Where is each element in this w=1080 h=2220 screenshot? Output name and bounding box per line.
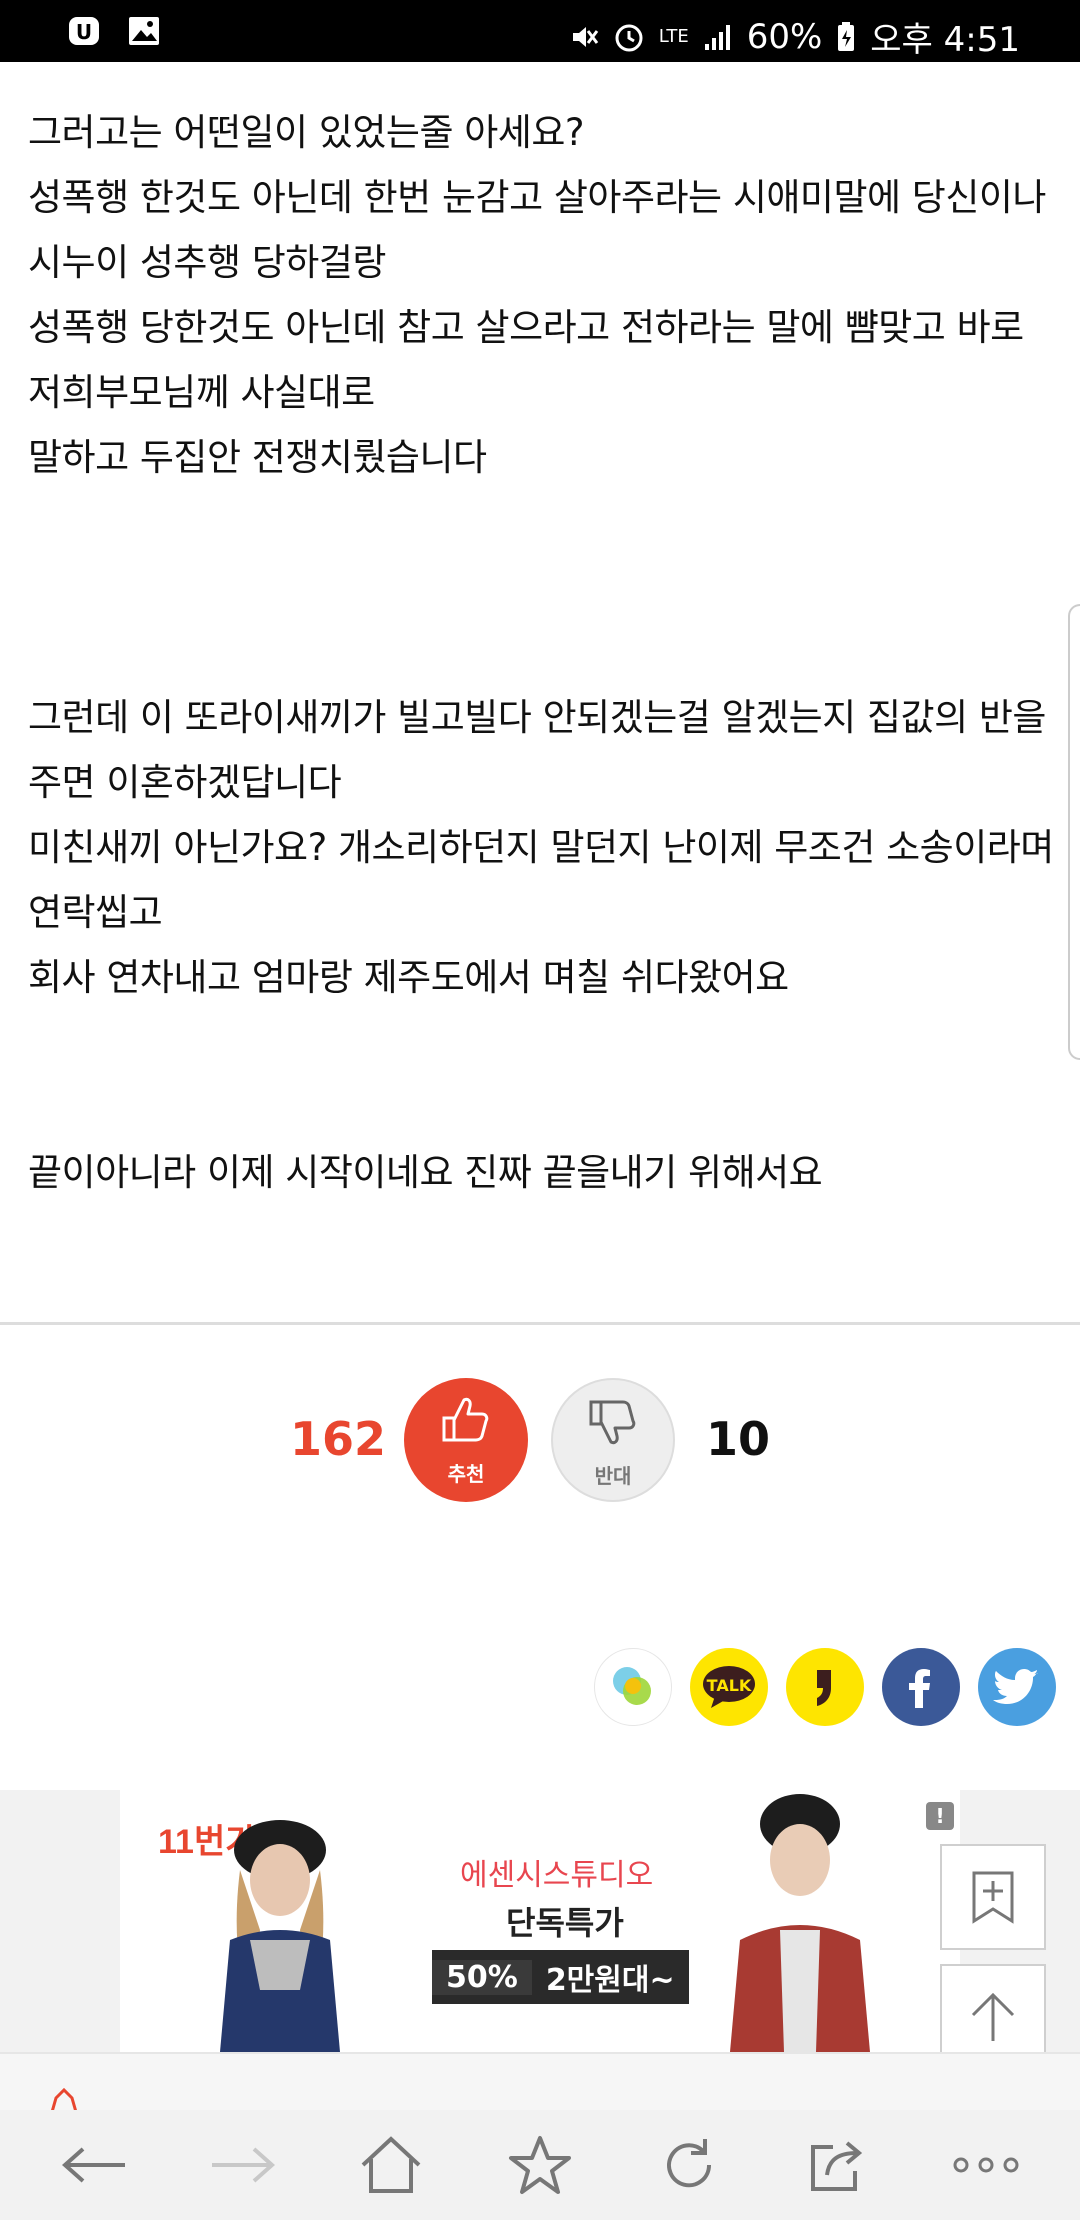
svg-text:U: U bbox=[76, 20, 92, 44]
gallery-icon bbox=[129, 17, 159, 45]
article-line: 회사 연차내고 엄마랑 제주도에서 며칠 쉬다왔어요 bbox=[28, 956, 789, 999]
back-button[interactable] bbox=[49, 2125, 139, 2205]
ad-model-right-image bbox=[730, 1794, 870, 2052]
mute-icon bbox=[572, 26, 598, 47]
divider bbox=[0, 1322, 1080, 1325]
partial-icon bbox=[50, 2088, 78, 2112]
thumbs-up-icon bbox=[442, 1397, 489, 1442]
refresh-icon bbox=[666, 2139, 711, 2188]
bookmark-add-button[interactable] bbox=[940, 1844, 1046, 1950]
bookmark-star-icon bbox=[508, 2136, 571, 2194]
thumbs-down-icon bbox=[589, 1400, 636, 1445]
browser-navbar bbox=[0, 2110, 1080, 2220]
share-icon bbox=[811, 2141, 863, 2191]
twitter-share-button[interactable] bbox=[978, 1648, 1056, 1726]
vote-section: 162 추천 반대 10 bbox=[0, 1376, 1080, 1502]
forward-button[interactable] bbox=[198, 2125, 288, 2205]
battery-icon bbox=[838, 21, 855, 51]
upvote-button[interactable]: 추천 bbox=[404, 1378, 528, 1502]
article-line: 그런데 이 또라이새끼가 빌고빌다 안되겠는걸 알겠는지 집값의 반을 주면 이… bbox=[28, 696, 1046, 804]
downvote-count: 10 bbox=[706, 1412, 771, 1466]
facebook-share-button[interactable] bbox=[882, 1648, 960, 1726]
forward-icon bbox=[211, 2147, 275, 2183]
ad-subtitle: 단독특가 bbox=[506, 1904, 624, 1942]
partial-next-section bbox=[0, 2052, 1080, 2112]
ad-badge-percent: 50% bbox=[432, 1959, 532, 1995]
kakaostory-share-button[interactable] bbox=[594, 1648, 672, 1726]
article-line: 성폭행 당한것도 아닌데 참고 살으라고 전하라는 말에 뺨맞고 바로 저희부모… bbox=[28, 306, 1024, 414]
twitter-icon bbox=[993, 1669, 1038, 1704]
ad-model-left-image bbox=[220, 1820, 340, 2052]
more-button[interactable] bbox=[941, 2125, 1031, 2205]
clock: 오후 4:51 bbox=[870, 20, 1020, 60]
battery-percent: 60% bbox=[746, 16, 823, 57]
share-page-button[interactable] bbox=[792, 2125, 882, 2205]
article-body: 그러고는 어떤일이 있었는줄 아세요? 성폭행 한것도 아닌데 한번 눈감고 살… bbox=[28, 100, 1068, 1205]
upvote-count: 162 bbox=[290, 1412, 387, 1466]
home-icon bbox=[362, 2136, 421, 2193]
article-line: 말하고 두집안 전쟁치뤘습니다 bbox=[28, 436, 487, 479]
downvote-button[interactable]: 반대 bbox=[551, 1378, 675, 1502]
more-icon bbox=[953, 2157, 1019, 2173]
upvote-label: 추천 bbox=[447, 1462, 485, 1486]
article-line: 성폭행 한것도 아닌데 한번 눈감고 살아주라는 시애미말에 당신이나 시누이 … bbox=[28, 176, 1046, 284]
article-line: 그러고는 어떤일이 있었는줄 아세요? bbox=[28, 111, 585, 154]
back-icon bbox=[62, 2147, 126, 2183]
signal-icon bbox=[704, 24, 730, 50]
kakaostory-icon bbox=[613, 1667, 651, 1705]
alarm-icon bbox=[615, 24, 643, 51]
status-bar: U LTE 60% 오후 4:51 bbox=[0, 0, 1080, 62]
refresh-button[interactable] bbox=[644, 2125, 734, 2205]
ad-badge: 50% 2만원대~ bbox=[432, 1950, 689, 2004]
ad-info-badge[interactable]: ! bbox=[926, 1802, 954, 1830]
downvote-label: 반대 bbox=[594, 1464, 632, 1488]
network-label: LTE bbox=[658, 25, 689, 47]
scroll-handle[interactable] bbox=[1068, 604, 1080, 1060]
bookmark-add-icon bbox=[972, 1871, 1014, 1924]
kakaotalk-icon: TALK bbox=[703, 1666, 755, 1708]
ad-banner[interactable]: 11번가 에센시스튜디오 단독특가 50% 2만원대~ ! bbox=[120, 1790, 960, 2052]
bookmarks-button[interactable] bbox=[495, 2125, 585, 2205]
share-bar: TALK bbox=[594, 1648, 1056, 1726]
article-line: 미친새끼 아닌가요? 개소리하던지 말던지 난이제 무조건 소송이라며 연락씹고 bbox=[28, 826, 1054, 934]
talk-label: TALK bbox=[707, 1676, 752, 1695]
article-line: 끝이아니라 이제 시작이네요 진짜 끝을내기 위해서요 bbox=[28, 1151, 823, 1194]
home-button[interactable] bbox=[346, 2125, 436, 2205]
facebook-icon bbox=[909, 1669, 930, 1708]
ad-badge-price: 2만원대~ bbox=[545, 1963, 675, 1998]
kakao-share-button[interactable] bbox=[786, 1648, 864, 1726]
notification-icon: U bbox=[69, 17, 99, 45]
arrow-up-icon bbox=[971, 1992, 1015, 2041]
kakaotalk-share-button[interactable]: TALK bbox=[690, 1648, 768, 1726]
kakao-icon bbox=[817, 1670, 831, 1706]
ad-title: 에센시스튜디오 bbox=[460, 1858, 654, 1893]
ad-banner-wrap: 11번가 에센시스튜디오 단독특가 50% 2만원대~ ! bbox=[0, 1790, 1080, 2052]
